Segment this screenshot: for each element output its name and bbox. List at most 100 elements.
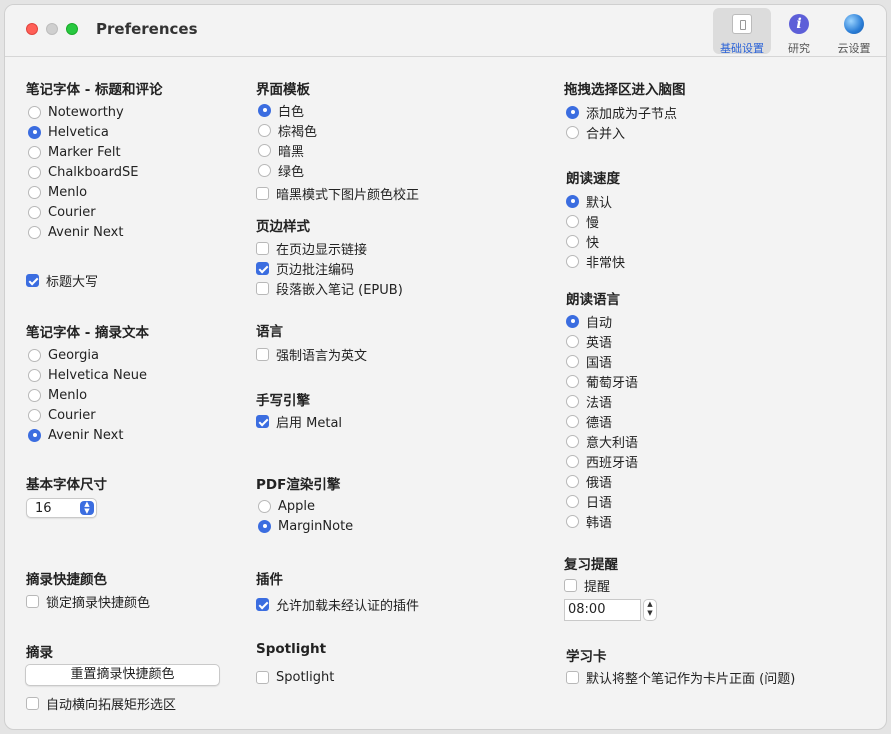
radio-button[interactable] — [566, 474, 579, 488]
checkbox[interactable] — [566, 670, 579, 684]
checkbox[interactable] — [26, 594, 39, 608]
radio-button[interactable] — [566, 414, 579, 428]
radio-button[interactable] — [566, 194, 579, 208]
checkbox[interactable] — [26, 273, 39, 287]
radio-lang-russian[interactable]: 俄语 — [566, 472, 612, 491]
tab-research[interactable]: i 研究 — [770, 8, 828, 55]
radio-button[interactable] — [566, 234, 579, 248]
radio-button[interactable] — [28, 388, 41, 402]
radio-button[interactable] — [28, 368, 41, 382]
radio-speed-default[interactable]: 默认 — [566, 192, 612, 211]
radio-helvetica-neue[interactable]: Helvetica Neue — [28, 366, 147, 384]
checkbox[interactable] — [256, 597, 269, 611]
show-margin-links-checkbox[interactable]: 在页边显示链接 — [256, 239, 367, 258]
radio-avenir-next-excerpt[interactable]: Avenir Next — [28, 426, 123, 444]
radio-theme-dark[interactable]: 暗黑 — [258, 141, 304, 160]
checkbox[interactable] — [256, 261, 269, 275]
radio-button[interactable] — [28, 205, 41, 219]
radio-button[interactable] — [566, 334, 579, 348]
radio-pdf-apple[interactable]: Apple — [258, 497, 315, 515]
checkbox[interactable] — [256, 241, 269, 255]
checkbox[interactable] — [256, 347, 269, 361]
radio-courier-excerpt[interactable]: Courier — [28, 406, 96, 424]
default-card-front-checkbox[interactable]: 默认将整个笔记作为卡片正面 (问题) — [566, 668, 795, 687]
radio-button[interactable] — [28, 165, 41, 179]
radio-button[interactable] — [28, 185, 41, 199]
radio-speed-fast[interactable]: 快 — [566, 232, 599, 251]
radio-button[interactable] — [566, 125, 579, 139]
radio-button[interactable] — [258, 519, 271, 533]
radio-speed-slow[interactable]: 慢 — [566, 212, 599, 231]
radio-button[interactable] — [258, 499, 271, 513]
radio-button[interactable] — [28, 408, 41, 422]
radio-lang-auto[interactable]: 自动 — [566, 312, 612, 331]
radio-button[interactable] — [566, 494, 579, 508]
auto-extend-rect-checkbox[interactable]: 自动横向拓展矩形选区 — [26, 694, 176, 713]
chevron-up-icon[interactable]: ▲ — [647, 600, 652, 608]
checkbox[interactable] — [256, 670, 269, 684]
zoom-window-button[interactable] — [66, 23, 78, 35]
radio-button[interactable] — [566, 314, 579, 328]
radio-lang-english[interactable]: 英语 — [566, 332, 612, 351]
radio-theme-white[interactable]: 白色 — [258, 101, 304, 120]
radio-button[interactable] — [566, 374, 579, 388]
radio-button[interactable] — [28, 125, 41, 139]
radio-button[interactable] — [28, 105, 41, 119]
time-stepper[interactable]: ▲ ▼ — [643, 599, 657, 621]
radio-button[interactable] — [566, 354, 579, 368]
radio-button[interactable] — [566, 105, 579, 119]
radio-lang-korean[interactable]: 韩语 — [566, 512, 612, 531]
radio-button[interactable] — [566, 254, 579, 268]
radio-menlo-title[interactable]: Menlo — [28, 183, 87, 201]
remind-checkbox[interactable]: 提醒 — [564, 576, 610, 595]
radio-courier-title[interactable]: Courier — [28, 203, 96, 221]
radio-button[interactable] — [28, 145, 41, 159]
radio-theme-green[interactable]: 绿色 — [258, 161, 304, 180]
dark-image-correction-checkbox[interactable]: 暗黑模式下图片颜色校正 — [256, 184, 419, 203]
reminder-time-field[interactable]: 08:00 — [564, 599, 641, 621]
tab-basic-settings[interactable]: 基础设置 — [713, 8, 771, 55]
checkbox[interactable] — [256, 414, 269, 428]
minimize-window-button[interactable] — [46, 23, 58, 35]
radio-button[interactable] — [258, 123, 271, 137]
radio-add-as-child[interactable]: 添加成为子节点 — [566, 103, 677, 122]
radio-merge-into[interactable]: 合并入 — [566, 123, 625, 142]
radio-button[interactable] — [28, 348, 41, 362]
checkbox[interactable] — [26, 696, 39, 710]
radio-button[interactable] — [566, 454, 579, 468]
radio-avenir-next-title[interactable]: Avenir Next — [28, 223, 123, 241]
tab-cloud-settings[interactable]: 云设置 — [825, 8, 883, 55]
paragraph-embed-notes-checkbox[interactable]: 段落嵌入笔记 (EPUB) — [256, 279, 403, 298]
reset-excerpt-color-button[interactable]: 重置摘录快捷颜色 — [25, 664, 220, 686]
radio-helvetica[interactable]: Helvetica — [28, 123, 109, 141]
radio-button[interactable] — [28, 225, 41, 239]
radio-lang-spanish[interactable]: 西班牙语 — [566, 452, 638, 471]
radio-noteworthy[interactable]: Noteworthy — [28, 103, 124, 121]
radio-georgia[interactable]: Georgia — [28, 346, 99, 364]
checkbox[interactable] — [256, 186, 269, 200]
spotlight-checkbox[interactable]: Spotlight — [256, 668, 334, 686]
radio-button[interactable] — [566, 214, 579, 228]
radio-lang-italian[interactable]: 意大利语 — [566, 432, 638, 451]
allow-unverified-plugins-checkbox[interactable]: 允许加载未经认证的插件 — [256, 595, 419, 614]
radio-marker-felt[interactable]: Marker Felt — [28, 143, 121, 161]
radio-pdf-marginnote[interactable]: MarginNote — [258, 517, 353, 535]
radio-theme-sepia[interactable]: 棕褐色 — [258, 121, 317, 140]
radio-button[interactable] — [566, 434, 579, 448]
radio-menlo-excerpt[interactable]: Menlo — [28, 386, 87, 404]
enable-metal-checkbox[interactable]: 启用 Metal — [256, 412, 342, 431]
radio-lang-german[interactable]: 德语 — [566, 412, 612, 431]
font-size-select[interactable]: 16 ▲ ▼ — [26, 498, 97, 518]
radio-button[interactable] — [258, 163, 271, 177]
radio-lang-portuguese[interactable]: 葡萄牙语 — [566, 372, 638, 391]
radio-button[interactable] — [258, 103, 271, 117]
radio-lang-japanese[interactable]: 日语 — [566, 492, 612, 511]
radio-lang-mandarin[interactable]: 国语 — [566, 352, 612, 371]
lock-excerpt-color-checkbox[interactable]: 锁定摘录快捷颜色 — [26, 592, 150, 611]
radio-chalkboardse[interactable]: ChalkboardSE — [28, 163, 138, 181]
radio-button[interactable] — [566, 394, 579, 408]
radio-lang-french[interactable]: 法语 — [566, 392, 612, 411]
radio-button[interactable] — [566, 514, 579, 528]
radio-button[interactable] — [28, 428, 41, 442]
margin-annotation-code-checkbox[interactable]: 页边批注编码 — [256, 259, 354, 278]
